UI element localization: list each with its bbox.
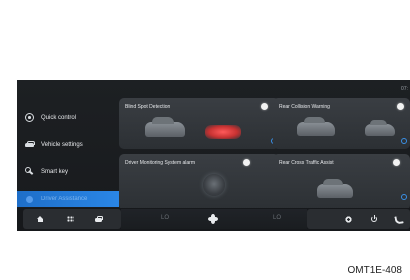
card-rear-collision-warning[interactable]: Rear Collision Warning <box>273 98 410 149</box>
sidebar-item-smart-key[interactable]: Smart key <box>17 158 119 185</box>
card-title: Rear Cross Traffic Assist <box>279 160 334 166</box>
right-temperature[interactable]: LO <box>273 215 281 221</box>
car-illustration <box>145 116 185 137</box>
card-rear-cross-traffic-assist[interactable]: Rear Cross Traffic Assist <box>273 154 410 210</box>
power-icon[interactable] <box>371 215 377 222</box>
car-illustration <box>365 119 395 136</box>
card-blind-spot-detection[interactable]: Blind Spot Detection <box>119 98 279 149</box>
toggle-switch[interactable] <box>261 103 268 110</box>
car-icon[interactable] <box>95 216 103 222</box>
sidebar: Quick control Vehicle settings Smart key… <box>17 104 119 207</box>
bottom-bar: LO LO <box>17 208 410 231</box>
settings-icon[interactable] <box>345 216 352 223</box>
status-clock: 07: <box>401 86 408 92</box>
figure-code: OMT1E-408 <box>347 265 402 276</box>
bottom-bar-right-group <box>307 209 410 229</box>
sidebar-item-label: Smart key <box>41 168 69 175</box>
sidebar-item-label: Vehicle settings <box>41 141 83 148</box>
bottom-bar-left-group <box>23 209 121 229</box>
sidebar-item-driver-assistance[interactable]: Driver Assistance <box>17 191 119 207</box>
phone-icon[interactable] <box>395 216 402 222</box>
toggle-switch[interactable] <box>397 103 404 110</box>
info-icon[interactable] <box>401 138 407 144</box>
quick-control-icon <box>25 113 34 122</box>
home-icon[interactable] <box>37 216 44 222</box>
sidebar-item-label: Driver Assistance <box>41 196 88 202</box>
card-title: Rear Collision Warning <box>279 104 330 110</box>
grid-icon[interactable] <box>67 216 74 222</box>
card-driver-monitoring-system-alarm[interactable]: Driver Monitoring System alarm <box>119 154 279 210</box>
fan-icon[interactable] <box>208 214 218 224</box>
key-icon <box>25 167 34 176</box>
info-icon[interactable] <box>401 194 407 200</box>
sidebar-item-label: Quick control <box>41 114 77 121</box>
warning-glow <box>205 125 241 139</box>
toggle-switch[interactable] <box>243 159 250 166</box>
sidebar-item-vehicle-settings[interactable]: Vehicle settings <box>17 131 119 158</box>
vehicle-icon <box>25 140 35 149</box>
toggle-switch[interactable] <box>393 159 400 166</box>
driver-monitor-illustration <box>203 174 225 196</box>
left-temperature[interactable]: LO <box>161 215 169 221</box>
car-illustration <box>297 117 335 136</box>
card-title: Blind Spot Detection <box>125 104 171 110</box>
card-title: Driver Monitoring System alarm <box>125 160 196 166</box>
car-illustration <box>317 179 353 198</box>
driver-assist-icon <box>25 195 34 204</box>
sidebar-item-quick-control[interactable]: Quick control <box>17 104 119 131</box>
climate-bar: LO LO <box>121 209 307 229</box>
